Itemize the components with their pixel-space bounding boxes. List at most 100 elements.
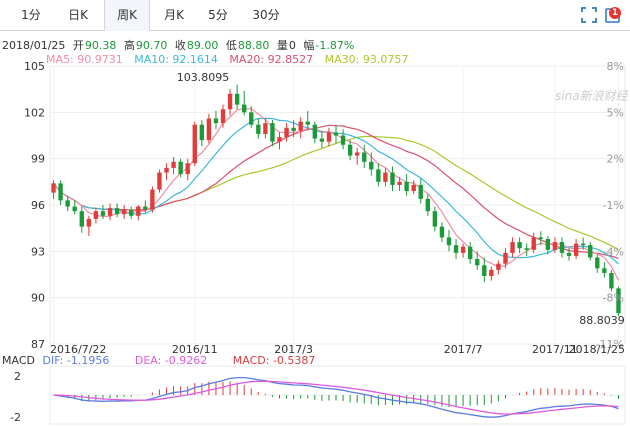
candle-body — [354, 152, 360, 156]
candle-body — [602, 268, 607, 273]
macd-tick-neg2: -2 — [10, 411, 21, 424]
candle-body — [496, 263, 501, 270]
candles — [51, 84, 621, 317]
candle-body — [185, 163, 190, 175]
candle-body — [446, 237, 452, 246]
candle-body — [397, 181, 402, 185]
x-axis: 2016/7/22 2016/11 2017/3 2017/7 2017/112018/… — [50, 343, 625, 356]
candle-body — [489, 269, 494, 277]
candle-body — [312, 124, 318, 139]
candle-body — [242, 104, 247, 113]
candle-body — [157, 172, 162, 190]
candle-body — [171, 161, 176, 168]
x-tick-label: 2018/1/25 — [569, 343, 625, 356]
y-tick-label: 96 — [31, 199, 45, 212]
candle-body — [559, 242, 565, 253]
y-axis-left: 105 102 99 96 93 90 87 — [24, 60, 45, 351]
min-price-label: 88.8039 — [579, 314, 625, 327]
candle-body — [220, 109, 226, 124]
candle-body — [510, 242, 515, 253]
candle-body — [305, 121, 310, 125]
candle-body — [270, 123, 275, 142]
y-right-tick-label: -4% — [603, 245, 624, 258]
candle-body — [114, 208, 120, 215]
candle-body — [538, 237, 543, 239]
candle-body — [411, 184, 416, 192]
x-tick-label: 2017/7 — [444, 343, 483, 356]
candle-body — [199, 124, 205, 141]
macd-tick-2: 2 — [14, 370, 21, 383]
candle-body — [284, 127, 289, 138]
candle-body — [369, 161, 374, 170]
candle-body — [100, 211, 106, 216]
candle-body — [326, 132, 332, 142]
watermark: sina新浪财经 — [555, 89, 630, 103]
candle-body — [552, 242, 558, 250]
x-tick-label: 2016/7/22 — [50, 343, 106, 356]
candle-body — [206, 118, 212, 141]
x-tick-label: 2016/11 — [172, 343, 218, 356]
candle-body — [404, 181, 409, 192]
candle-body — [227, 93, 233, 110]
candle-body — [178, 161, 183, 175]
candle-body — [475, 259, 480, 266]
candle-body — [256, 124, 261, 134]
y-right-tick-label: -8% — [603, 292, 624, 305]
candle-body — [432, 211, 438, 227]
y-tick-label: 93 — [31, 245, 45, 258]
candle-body — [319, 138, 325, 142]
y-right-tick-label: 2% — [607, 153, 624, 166]
candle-body — [453, 245, 459, 253]
candle-body — [143, 206, 148, 210]
y-tick-label: 105 — [24, 60, 45, 73]
y-right-tick-label: -1% — [603, 199, 624, 212]
candle-body — [333, 132, 339, 136]
candle-body — [136, 206, 141, 216]
candle-body — [425, 198, 430, 212]
grid-lines — [50, 65, 625, 345]
candle-body — [347, 144, 353, 156]
candle-body — [503, 252, 508, 264]
candle-body — [588, 245, 593, 258]
candle-body — [72, 206, 77, 212]
candle-body — [545, 238, 551, 250]
candle-body — [580, 243, 586, 246]
y-tick-label: 102 — [24, 106, 45, 119]
candle-body — [524, 248, 529, 250]
candle-body — [362, 152, 367, 162]
candle-body — [150, 189, 155, 210]
candle-body — [58, 183, 63, 201]
candle-body — [609, 272, 614, 289]
candle-body — [383, 172, 388, 182]
candle-body — [566, 252, 572, 256]
candle-body — [376, 169, 381, 182]
candle-body — [573, 243, 579, 256]
candle-body — [51, 183, 56, 193]
y-tick-label: 99 — [31, 153, 45, 166]
candle-body — [107, 208, 113, 216]
candle-body — [65, 200, 70, 207]
candle-body — [79, 211, 84, 227]
candle-body — [213, 118, 219, 124]
candle-body — [121, 209, 127, 215]
candle-body — [192, 124, 197, 164]
candle-body — [298, 121, 303, 131]
candle-body — [249, 112, 254, 125]
candle-body — [263, 123, 268, 134]
kline-chart[interactable]: sina新浪财经 105 102 99 96 93 90 87 8% 5% 2% -1% -4% -8… — [0, 0, 630, 426]
candle-body — [595, 257, 600, 269]
candle-body — [277, 137, 282, 142]
max-price-label: 103.8095 — [177, 71, 230, 84]
candle-body — [234, 93, 240, 105]
candle-body — [340, 135, 346, 145]
candle-body — [291, 127, 296, 131]
candle-body — [531, 237, 536, 250]
y-tick-label: 87 — [31, 338, 45, 351]
candle-body — [418, 184, 423, 199]
y-right-tick-label: 8% — [607, 60, 624, 73]
candle-body — [482, 265, 487, 277]
y-tick-label: 90 — [31, 292, 45, 305]
candle-body — [517, 242, 522, 249]
candle-body — [460, 246, 466, 253]
candle-body — [129, 209, 134, 216]
